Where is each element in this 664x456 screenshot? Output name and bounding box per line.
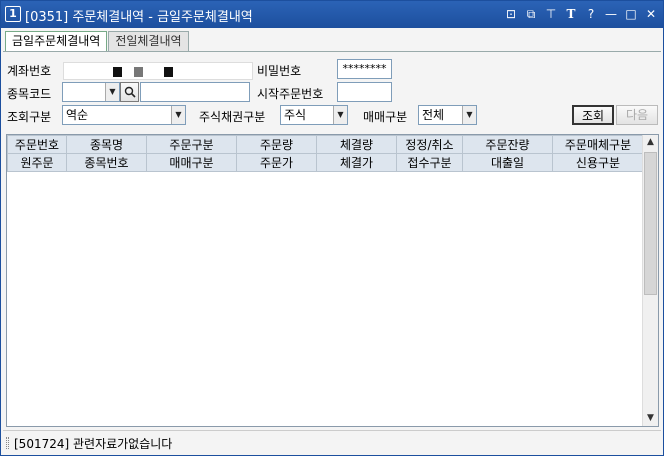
window-title: [0351] 주문체결내역 - 금일주문체결내역 <box>25 10 253 25</box>
account-number-field[interactable] <box>63 62 253 80</box>
masked-digit <box>134 67 143 77</box>
col-original-order[interactable]: 원주문 <box>7 153 67 172</box>
chevron-down-icon[interactable]: ▼ <box>333 106 347 124</box>
tab-prev-day-executions[interactable]: 전일체결내역 <box>108 31 189 52</box>
font-icon[interactable]: T <box>563 6 579 22</box>
col-order-qty[interactable]: 주문량 <box>236 135 317 154</box>
col-order-media[interactable]: 주문매체구분 <box>552 135 644 154</box>
scroll-down-icon[interactable]: ▼ <box>643 411 658 426</box>
close-icon[interactable]: ✕ <box>643 6 659 22</box>
chevron-down-icon[interactable]: ▼ <box>171 106 185 124</box>
trade-type-select[interactable]: 전체 ▼ <box>418 105 477 125</box>
status-bar: [501724] 관련자료가없습니다 <box>3 430 661 454</box>
col-order-number[interactable]: 주문번호 <box>7 135 67 154</box>
masked-digit <box>113 67 122 77</box>
stock-bond-label: 주식채권구분 <box>199 110 266 124</box>
scroll-thumb[interactable] <box>644 152 657 295</box>
col-order-type[interactable]: 주문구분 <box>146 135 237 154</box>
grip-icon <box>6 437 9 449</box>
stock-bond-value: 주식 <box>284 108 307 122</box>
grid-header: 주문번호 종목명 주문구분 주문량 체결량 정정/취소 주문잔량 주문매체구분 … <box>7 135 644 172</box>
query-type-select[interactable]: 역순 ▼ <box>62 105 186 125</box>
tab-today-orders[interactable]: 금일주문체결내역 <box>5 31 108 52</box>
start-order-label: 시작주문번호 <box>257 87 324 101</box>
password-label: 비밀번호 <box>257 64 302 78</box>
stock-search-button[interactable] <box>120 82 139 102</box>
account-label: 계좌번호 <box>7 64 52 78</box>
header-row-1: 주문번호 종목명 주문구분 주문량 체결량 정정/취소 주문잔량 주문매체구분 <box>7 135 644 154</box>
stock-name-field[interactable] <box>140 82 250 102</box>
col-stock-code[interactable]: 종목번호 <box>66 153 147 172</box>
stock-code-combo[interactable]: ▼ <box>62 82 120 102</box>
orders-grid[interactable]: 주문번호 종목명 주문구분 주문량 체결량 정정/취소 주문잔량 주문매체구분 … <box>6 134 659 427</box>
vertical-scrollbar[interactable]: ▲ ▼ <box>642 135 658 426</box>
col-receipt-type[interactable]: 접수구분 <box>396 153 463 172</box>
copy-window-icon[interactable]: ⧉ <box>523 6 539 22</box>
query-button[interactable]: 조회 <box>572 105 614 125</box>
query-type-label: 조회구분 <box>7 110 52 124</box>
col-loan-date[interactable]: 대출일 <box>462 153 553 172</box>
restore-icon[interactable]: ⊡ <box>503 6 519 22</box>
col-credit-type[interactable]: 신용구분 <box>552 153 644 172</box>
tab-divider <box>3 51 661 52</box>
trade-type-label: 매매구분 <box>363 110 408 124</box>
status-message: [501724] 관련자료가없습니다 <box>14 437 173 451</box>
main-window: 1 [0351] 주문체결내역 - 금일주문체결내역 ⊡ ⧉ ⊤ T ? — □… <box>0 0 664 456</box>
stock-bond-select[interactable]: 주식 ▼ <box>280 105 348 125</box>
start-order-field[interactable] <box>337 82 392 102</box>
col-order-price[interactable]: 주문가 <box>236 153 317 172</box>
col-modify-cancel[interactable]: 정정/취소 <box>396 135 463 154</box>
title-bar[interactable]: 1 [0351] 주문체결내역 - 금일주문체결내역 ⊡ ⧉ ⊤ T ? — □… <box>1 1 663 28</box>
col-remaining-qty[interactable]: 주문잔량 <box>462 135 553 154</box>
col-trade-type[interactable]: 매매구분 <box>146 153 237 172</box>
help-icon[interactable]: ? <box>583 6 599 22</box>
window-number-badge: 1 <box>5 6 21 22</box>
col-executed-price[interactable]: 체결가 <box>316 153 397 172</box>
chevron-down-icon[interactable]: ▼ <box>462 106 476 124</box>
next-button[interactable]: 다음 <box>616 105 658 125</box>
search-icon <box>124 86 136 98</box>
masked-digit <box>164 67 173 77</box>
tab-bar: 금일주문체결내역 전일체결내역 <box>5 31 190 52</box>
pin-icon[interactable]: ⊤ <box>543 6 559 22</box>
col-stock-name[interactable]: 종목명 <box>66 135 147 154</box>
titlebar-icons: ⊡ ⧉ ⊤ T ? — □ ✕ <box>503 5 659 23</box>
stock-code-label: 종목코드 <box>7 87 52 101</box>
scroll-up-icon[interactable]: ▲ <box>643 135 658 150</box>
header-row-2: 원주문 종목번호 매매구분 주문가 체결가 접수구분 대출일 신용구분 <box>7 153 644 172</box>
trade-type-value: 전체 <box>422 108 445 122</box>
maximize-icon[interactable]: □ <box>623 6 639 22</box>
query-type-value: 역순 <box>66 108 89 122</box>
chevron-down-icon[interactable]: ▼ <box>105 83 119 101</box>
password-field[interactable]: ******** <box>337 59 392 79</box>
col-executed-qty[interactable]: 체결량 <box>316 135 397 154</box>
minimize-icon[interactable]: — <box>603 6 619 22</box>
